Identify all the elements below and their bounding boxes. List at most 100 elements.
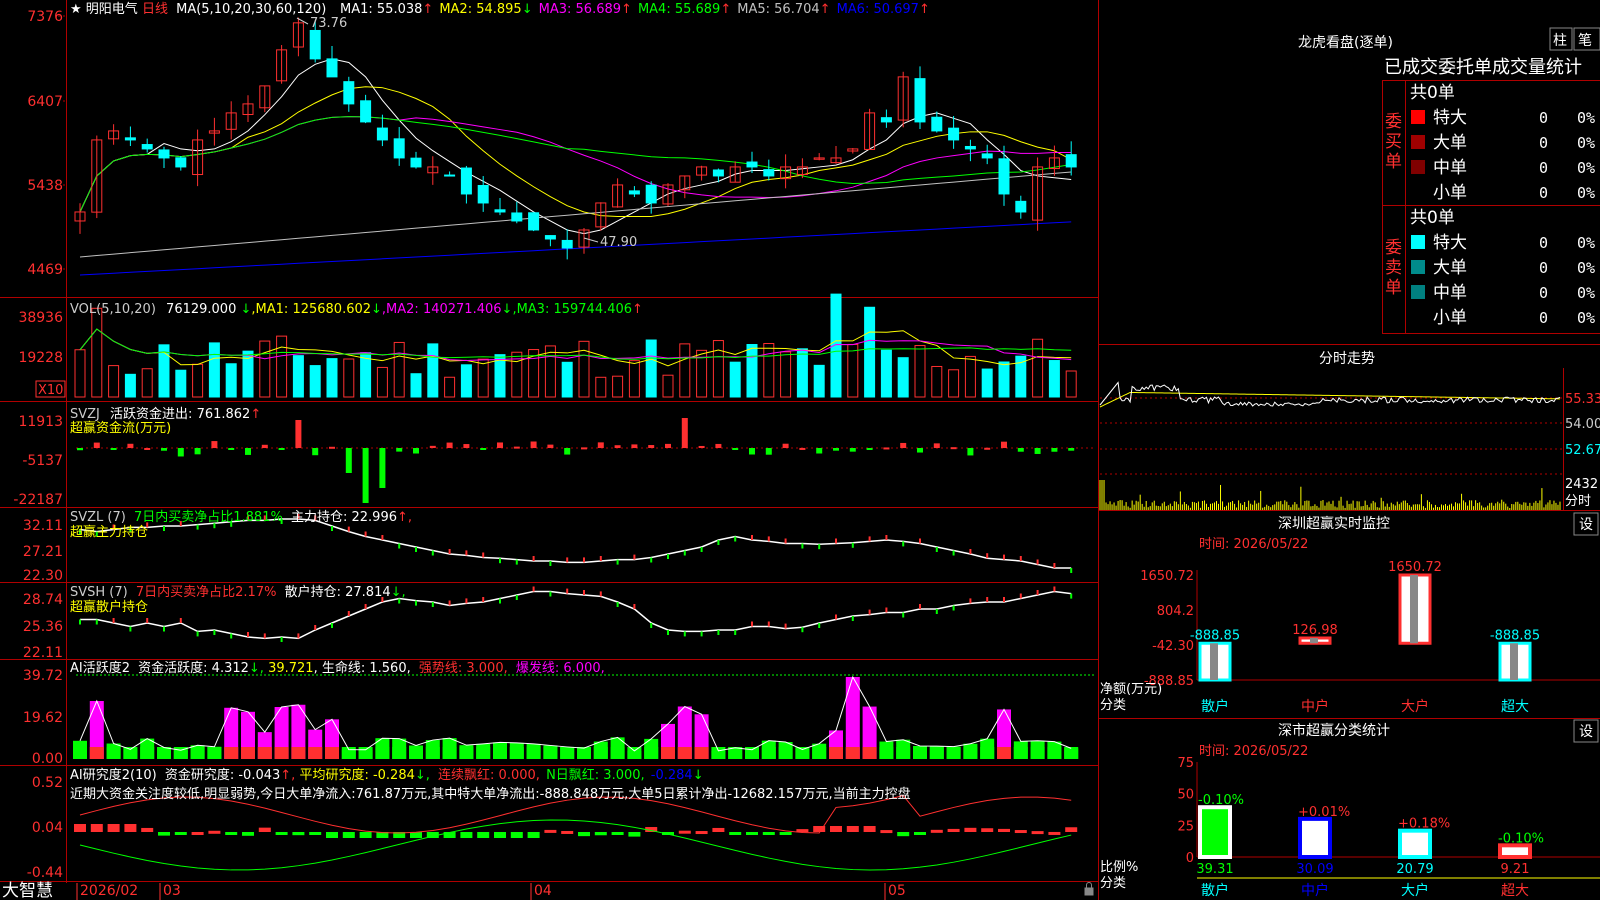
ai-research-bar (830, 826, 842, 832)
svzj-bar (1068, 448, 1075, 451)
kline-panel[interactable]: 7376 6407 5438 4469 73.76 47.90 ★ 明阳电气 日… (27, 1, 1077, 278)
volume-bar (981, 368, 993, 398)
intraday-panel[interactable]: 分时走势 55.33 54.00 52.67 2432 分时 (1099, 351, 1600, 510)
svsh-line-tick (179, 618, 182, 623)
order-count: 0 (1539, 309, 1548, 327)
candle-body (511, 212, 523, 222)
ai-activity-base (963, 747, 978, 759)
favorite-star-icon[interactable]: ★ (70, 2, 82, 17)
volume-bar (91, 307, 103, 398)
volume-bar (1032, 338, 1044, 398)
svg-text:VOL(5,10,20) 76129.000: VOL(5,10,20) 76129.000 ↓,MA1: 125680.602… (70, 302, 643, 317)
order-color-swatch (1411, 235, 1425, 249)
ai-research-bar (107, 824, 120, 832)
svzl-line-tick (1003, 554, 1005, 560)
svsh-label: 散户持仓: (285, 584, 341, 600)
classify-value: 39.31 (1196, 862, 1233, 877)
svzl-panel[interactable]: 32.11 27.21 22.30 SVZL (7) 7日内买卖净占比1.881… (23, 509, 1073, 584)
svzl-line-tick (633, 554, 636, 560)
ai-research-bar (191, 831, 204, 835)
ai-research-bar (90, 824, 103, 832)
classify-settings-button[interactable]: 设 (1573, 719, 1599, 743)
tick-mode-button[interactable]: 笔 (1573, 27, 1600, 51)
vol-arrow: ↓ (241, 302, 252, 317)
high-price-label: 73.76 (310, 16, 347, 31)
svzj-value: 761.862 (197, 407, 251, 422)
order-size-label: 特大 (1433, 108, 1467, 128)
volume-panel[interactable]: 38936 19228 X10 VOL(5,10,20) 76129.000 ↓… (18, 293, 1077, 398)
svzl-line-tick (381, 535, 384, 540)
ai1-arrow: ↓, (249, 661, 264, 676)
ai-activity-base (694, 747, 709, 759)
svzj-panel[interactable]: 11913 -5137 -22187 SVZJ 活跃资金进出: 761.862↑… (13, 406, 1096, 508)
svsh-line-tick (667, 630, 669, 635)
classify-panel[interactable]: 深市超赢分类统计 设 时间: 2026/05/22 75 50 25 0 -0.10% 3… (1100, 719, 1600, 899)
layout-frame (0, 0, 1600, 900)
order-size-label: 小单 (1433, 308, 1467, 328)
volume-ma-line (79, 328, 1072, 360)
ai1-tick: 0.00 (32, 751, 63, 767)
volume-bar (880, 349, 892, 398)
ai-research-bar (477, 832, 490, 838)
candle-body (343, 81, 355, 105)
lock-icon[interactable] (1084, 882, 1094, 896)
monitor-time: 时间: 2026/05/22 (1199, 537, 1308, 552)
bar-mode-button[interactable]: 柱 (1549, 27, 1573, 51)
svsh-line-tick (515, 595, 518, 600)
ai-research-bar (964, 827, 977, 832)
svzl-arrow: ↑, (397, 510, 412, 525)
vol-unit: X10 (38, 383, 63, 398)
monitor-settings-button[interactable]: 设 (1573, 512, 1599, 536)
svzl-line-tick (767, 536, 770, 542)
ai-activity-base (157, 747, 171, 759)
svzj-arrow: ↑ (250, 407, 261, 422)
svzj-bar (900, 442, 907, 448)
ai2-value: -0.043 (238, 768, 280, 783)
period-label[interactable]: 日线 (142, 2, 168, 17)
ma-legend-arrow: ↓ (522, 2, 533, 17)
volume-bar (460, 364, 472, 398)
svzj-bar (530, 441, 537, 448)
ai-activity-base (879, 747, 894, 759)
candle-body (393, 138, 405, 159)
svzj-bar (77, 448, 83, 451)
svzl-line-tick (835, 538, 837, 544)
svsh-line-tick (79, 619, 81, 625)
svzl-line-tick (818, 544, 821, 550)
svsh-panel[interactable]: 28.74 25.36 22.11 SVSH (7) 7日内买卖净占比2.17%… (23, 584, 1073, 661)
svsh-subtitle: 超赢散户持仓 (70, 599, 148, 615)
svg-text:AI研究度2(10) 资金研究度:: AI研究度2(10) 资金研究度: -0.043↑, 平均研究度: -0.284… (70, 767, 704, 783)
bar-mode-label: 柱 (1553, 33, 1567, 49)
sell-total: 共0单 (1410, 208, 1455, 228)
monitor-bar-shade (1410, 575, 1418, 644)
volume-bar (276, 335, 288, 398)
svzj-bar (799, 447, 806, 450)
ma-legend-value: 54.895 (476, 2, 522, 17)
ai-research-bar (729, 832, 742, 835)
date-axis[interactable]: 大智慧 2026/02 03 04 05 (2, 881, 1094, 900)
volume-bar (948, 369, 960, 398)
svzl-line-tick (482, 552, 485, 558)
candlesticks (74, 17, 1077, 260)
candle-body (376, 127, 388, 141)
vol-ma2: 140271.406 (423, 302, 502, 317)
realtime-monitor-panel[interactable]: 深圳超赢实时监控 设 时间: 2026/05/22 1650.72 804.2 -4… (1100, 512, 1600, 715)
ai-research-bar (510, 832, 523, 838)
svsh-line-tick (263, 633, 266, 639)
dragon-header: 已成交委托单成交量统计 (1384, 57, 1582, 78)
dragon-tiger-panel[interactable]: 龙虎看盘(逐单) 柱 笔 已成交委托单成交量统计 委买单 委卖单 共0单 共0单… (1298, 27, 1600, 334)
volume-bar (830, 293, 842, 398)
ai2-label: 资金研究度: (165, 767, 234, 783)
svg-text:SVZJ 活跃资金进出: 761.8: SVZJ 活跃资金进出: 761.862↑ (70, 406, 261, 422)
svzj-bar (597, 442, 604, 448)
ai-activity-base (543, 747, 558, 759)
ai-research-bar (762, 832, 775, 835)
svzl-line-tick (935, 547, 938, 552)
ma-line (79, 221, 1072, 276)
svsh-line-tick (163, 626, 165, 632)
ai-research-panel[interactable]: 0.52 0.04 -0.44 AI研究度2(10) 资金研究度: -0.043… (27, 767, 1078, 881)
ai-activity-panel[interactable]: 39.72 19.62 0.00 AI活跃度2 资金活跃度: 4.312↓, 3… (23, 660, 1096, 767)
svzj-bar (161, 448, 167, 451)
order-color-swatch (1411, 110, 1425, 124)
svzl-line-tick (734, 536, 737, 542)
